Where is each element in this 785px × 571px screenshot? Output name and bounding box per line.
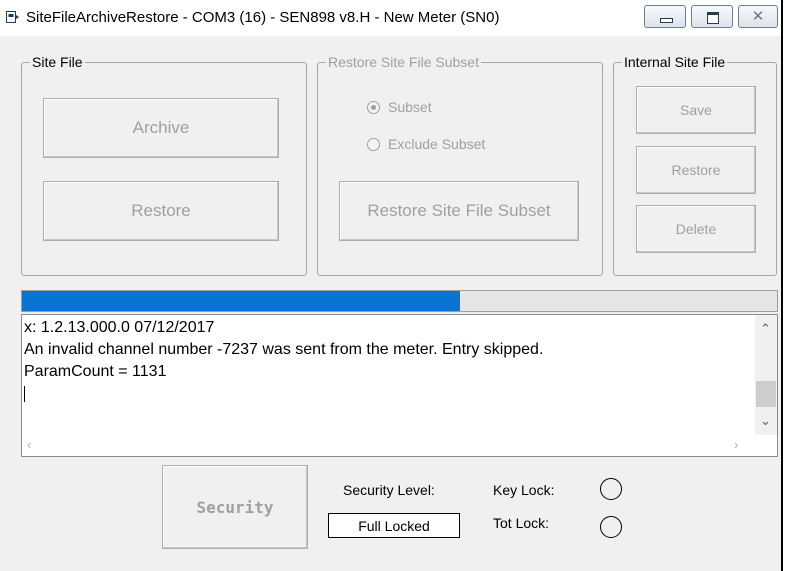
vertical-scrollbar[interactable]: ⌃ ⌄ bbox=[755, 315, 777, 435]
internal-site-file-group-label: Internal Site File bbox=[622, 54, 728, 70]
scroll-down-icon[interactable]: ⌄ bbox=[760, 413, 771, 429]
log-line: x: 1.2.13.000.0 07/12/2017 bbox=[24, 319, 215, 336]
restore-subset-group: Restore Site File Subset bbox=[317, 54, 603, 276]
exclude-subset-radio-label: Exclude Subset bbox=[388, 136, 486, 152]
internal-delete-button[interactable]: Delete bbox=[636, 205, 756, 253]
log-line: ParamCount = 1131 bbox=[24, 363, 167, 380]
progress-bar bbox=[21, 290, 778, 312]
scroll-up-icon[interactable]: ⌃ bbox=[760, 321, 771, 337]
exclude-subset-radio-option[interactable]: Exclude Subset bbox=[367, 136, 485, 152]
internal-save-button[interactable]: Save bbox=[636, 86, 756, 134]
app-icon bbox=[6, 11, 19, 23]
security-level-label: Security Level: bbox=[343, 482, 435, 498]
tot-lock-label: Tot Lock: bbox=[493, 515, 550, 531]
scroll-left-icon[interactable]: ‹ bbox=[27, 437, 31, 452]
scroll-right-icon[interactable]: › bbox=[734, 437, 738, 452]
log-lines: x: 1.2.13.000.0 07/12/2017 An invalid ch… bbox=[24, 317, 543, 405]
maximize-button[interactable] bbox=[691, 5, 733, 28]
site-file-group-label: Site File bbox=[30, 54, 85, 70]
subset-radio-option[interactable]: Subset bbox=[367, 99, 432, 115]
restore-site-file-subset-button[interactable]: Restore Site File Subset bbox=[339, 181, 579, 241]
vertical-scroll-thumb[interactable] bbox=[756, 381, 776, 407]
minimize-button[interactable] bbox=[644, 5, 686, 28]
site-file-archive-restore-window: SiteFileArchiveRestore - COM3 (16) - SEN… bbox=[0, 0, 783, 571]
title-bar[interactable]: SiteFileArchiveRestore - COM3 (16) - SEN… bbox=[0, 0, 781, 36]
security-level-value: Full Locked bbox=[328, 513, 460, 538]
minimize-icon bbox=[660, 18, 673, 23]
maximize-icon bbox=[707, 12, 719, 24]
internal-restore-button[interactable]: Restore bbox=[636, 146, 756, 194]
site-file-group: Site File bbox=[21, 54, 307, 276]
window-title: SiteFileArchiveRestore - COM3 (16) - SEN… bbox=[26, 9, 500, 26]
text-caret bbox=[24, 383, 543, 405]
restore-button[interactable]: Restore bbox=[43, 181, 279, 241]
log-line: An invalid channel number -7237 was sent… bbox=[24, 341, 544, 358]
exclude-subset-radio[interactable] bbox=[367, 137, 380, 151]
restore-subset-group-label: Restore Site File Subset bbox=[326, 54, 481, 70]
subset-radio[interactable] bbox=[367, 100, 380, 114]
archive-button[interactable]: Archive bbox=[43, 98, 279, 158]
security-button[interactable]: Security bbox=[162, 465, 308, 549]
progress-fill bbox=[22, 291, 460, 311]
horizontal-scrollbar[interactable]: ‹ › bbox=[22, 435, 777, 456]
subset-radio-label: Subset bbox=[388, 99, 432, 115]
tot-lock-indicator bbox=[600, 516, 622, 538]
key-lock-indicator bbox=[600, 478, 622, 500]
close-button[interactable]: ✕ bbox=[738, 5, 778, 28]
key-lock-label: Key Lock: bbox=[493, 482, 555, 498]
close-icon: ✕ bbox=[751, 8, 765, 25]
log-output[interactable]: x: 1.2.13.000.0 07/12/2017 An invalid ch… bbox=[21, 314, 778, 457]
